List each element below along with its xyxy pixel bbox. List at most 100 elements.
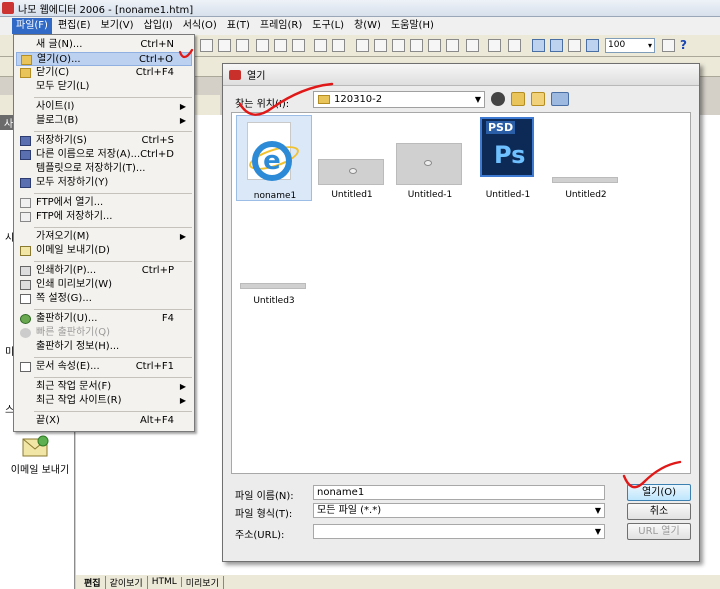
file-item-untitled2[interactable]: Untitled2 [548, 115, 624, 201]
file-item-untitled-1-psd[interactable]: PSD Ps Untitled-1 [470, 115, 546, 201]
new-icon [20, 40, 31, 50]
thumbnail-mark [349, 168, 357, 174]
toolbar-button[interactable] [236, 39, 249, 52]
link-icon[interactable] [466, 39, 479, 52]
menu-file[interactable]: 파일(F) [12, 18, 52, 34]
table-icon[interactable] [374, 39, 387, 52]
menu-item-ftp-open[interactable]: FTP에서 열기... [16, 196, 192, 210]
shape-icon[interactable] [392, 39, 405, 52]
html-file-icon: e [246, 122, 302, 181]
zoom-select[interactable]: 100 ▾ [605, 38, 655, 53]
menu-edit[interactable]: 편집(E) [54, 18, 95, 34]
menu-item-blog[interactable]: 블로그(B) ▶ [16, 114, 192, 128]
tab-edit[interactable]: 편집 [80, 575, 106, 589]
toolbar-button[interactable] [568, 39, 581, 52]
menu-item-new[interactable]: 새 글(N)... Ctrl+N [16, 38, 192, 52]
new-folder-icon[interactable] [531, 92, 545, 106]
cancel-button[interactable]: 취소 [627, 503, 691, 520]
menu-item-label: 문서 속성(E)... [36, 361, 100, 372]
filename-input[interactable]: noname1 [313, 485, 605, 500]
shortcut: Ctrl+F1 [135, 361, 174, 372]
filetype-select[interactable]: 모든 파일 (*.*) ▼ [313, 503, 605, 518]
menu-item-quick-publish: 빠른 출판하기(Q) [16, 326, 192, 340]
email-label[interactable]: 이메일 보내기 [5, 461, 75, 476]
menu-separator [34, 131, 192, 132]
menu-format[interactable]: 서식(O) [179, 18, 221, 34]
print-preview-icon [20, 280, 31, 290]
quick-publish-icon [20, 328, 31, 338]
menu-item-close[interactable]: 닫기(C) Ctrl+F4 [16, 66, 192, 80]
url-input[interactable]: ▼ [313, 524, 605, 539]
look-in-select[interactable]: 120310-2 ▼ [313, 91, 485, 108]
file-menu: 새 글(N)... Ctrl+N 열기(O)... Ctrl+O 닫기(C) Ctrl… [13, 34, 195, 432]
paste-icon[interactable] [292, 39, 305, 52]
dialog-title-bar: 열기 [223, 64, 699, 86]
menu-item-doc-properties[interactable]: 문서 속성(E)... Ctrl+F1 [16, 360, 192, 374]
menu-item-label: 인쇄하기(P)... [36, 265, 97, 276]
menu-item-print[interactable]: 인쇄하기(P)... Ctrl+P [16, 264, 192, 278]
ruler-icon[interactable] [586, 39, 599, 52]
file-item-untitled3[interactable]: Untitled3 [236, 221, 312, 307]
file-item-untitled-1[interactable]: Untitled-1 [392, 115, 468, 201]
file-name: Untitled-1 [485, 190, 531, 200]
menu-item-save-template[interactable]: 템플릿으로 저장하기(T)... [16, 162, 192, 176]
menu-frame[interactable]: 프레임(R) [256, 18, 306, 34]
menu-item-save-all[interactable]: 모두 저장하기(Y) [16, 176, 192, 190]
menu-item-label: 끝(X) [36, 415, 60, 426]
tab-split[interactable]: 같이보기 [106, 575, 148, 589]
undo-icon[interactable] [314, 39, 327, 52]
file-item-noname1[interactable]: e noname1 [236, 115, 312, 201]
menu-item-label: 빠른 출판하기(Q) [36, 327, 111, 338]
menu-item-import[interactable]: 가져오기(M) ▶ [16, 230, 192, 244]
copy-icon[interactable] [274, 39, 287, 52]
frame-icon[interactable] [446, 39, 459, 52]
menu-item-print-preview[interactable]: 인쇄 미리보기(W) [16, 278, 192, 292]
brush-icon[interactable] [488, 39, 501, 52]
menu-item-save-as[interactable]: 다른 이름으로 저장(A)... Ctrl+D [16, 148, 192, 162]
menu-item-page-setup[interactable]: 쪽 설정(G)... [16, 292, 192, 306]
menu-view[interactable]: 보기(V) [97, 18, 138, 34]
window-title: 나모 웹에디터 2006 - [noname1.htm] [18, 4, 194, 16]
menu-item-publish[interactable]: 출판하기(U)... F4 [16, 312, 192, 326]
redo-icon[interactable] [332, 39, 345, 52]
tab-html[interactable]: HTML [148, 577, 182, 587]
help-icon[interactable]: ? [680, 38, 694, 53]
cut-icon[interactable] [256, 39, 269, 52]
open-button[interactable]: 열기(O) [627, 484, 691, 501]
menu-item-label: 열기(O)... [37, 54, 81, 65]
paragraph-mark-icon[interactable] [550, 39, 563, 52]
menu-table[interactable]: 표(T) [223, 18, 254, 34]
menu-item-label: 블로그(B) [36, 115, 79, 126]
form-icon[interactable] [410, 39, 423, 52]
up-folder-icon[interactable] [511, 92, 525, 106]
menu-item-ftp-save[interactable]: FTP에 저장하기... [16, 210, 192, 224]
menu-help[interactable]: 도움말(H) [387, 18, 438, 34]
menu-item-exit[interactable]: 끝(X) Alt+F4 [16, 414, 192, 428]
menu-item-site[interactable]: 사이트(I) ▶ [16, 100, 192, 114]
image-icon[interactable] [356, 39, 369, 52]
menu-item-send-email[interactable]: 이메일 보내기(D) [16, 244, 192, 258]
submenu-arrow-icon: ▶ [179, 232, 186, 241]
email-icon[interactable] [21, 433, 51, 459]
image-thumbnail [552, 177, 618, 183]
toolbar-button[interactable] [200, 39, 213, 52]
toolbar-button[interactable] [662, 39, 675, 52]
menu-item-open[interactable]: 열기(O)... Ctrl+O [16, 52, 192, 66]
menu-item-publish-info[interactable]: 출판하기 정보(H)... [16, 340, 192, 354]
toolbar-button[interactable] [218, 39, 231, 52]
menu-window[interactable]: 창(W) [350, 18, 385, 34]
bookmark-icon[interactable] [508, 39, 521, 52]
file-item-untitled1[interactable]: Untitled1 [314, 115, 390, 201]
grid-icon[interactable] [532, 39, 545, 52]
menu-item-save[interactable]: 저장하기(S) Ctrl+S [16, 134, 192, 148]
view-menu-icon[interactable] [551, 92, 569, 106]
menu-tools[interactable]: 도구(L) [308, 18, 348, 34]
back-icon[interactable] [491, 92, 505, 106]
menu-insert[interactable]: 삽입(I) [140, 18, 177, 34]
menu-item-close-all[interactable]: 모두 닫기(L) [16, 80, 192, 94]
menu-separator [34, 193, 192, 194]
layer-icon[interactable] [428, 39, 441, 52]
menu-item-recent-sites[interactable]: 최근 작업 사이트(R) ▶ [16, 394, 192, 408]
tab-preview[interactable]: 미리보기 [182, 575, 224, 589]
menu-item-recent-docs[interactable]: 최근 작업 문서(F) ▶ [16, 380, 192, 394]
